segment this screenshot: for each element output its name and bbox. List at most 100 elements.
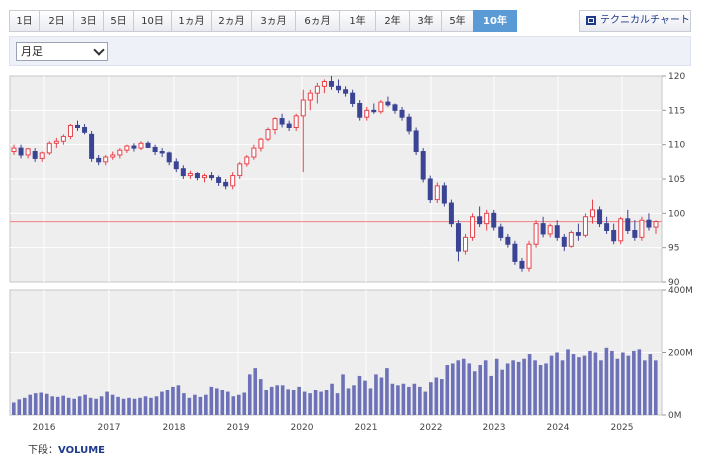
candle-body — [632, 230, 638, 238]
volume-bar — [302, 391, 307, 415]
volume-bar — [121, 398, 126, 415]
candle-body — [519, 260, 525, 269]
candle-body — [300, 99, 306, 117]
volume-bar — [242, 392, 247, 415]
candle-body — [32, 151, 38, 159]
volume-bar — [544, 363, 548, 415]
volume-bar — [527, 354, 532, 415]
volume-bar — [313, 390, 318, 415]
volume-bar — [160, 391, 164, 415]
volume-bar — [632, 350, 636, 415]
volume-bar — [116, 396, 120, 415]
volume-bar — [22, 397, 27, 415]
volume-bar — [450, 363, 455, 415]
candle-body — [441, 185, 447, 204]
candle-body — [131, 145, 137, 149]
volume-bar — [643, 360, 647, 415]
candle-body — [209, 175, 215, 179]
price-tick-95: 95 — [668, 244, 679, 254]
volume-bar — [182, 393, 186, 415]
volume-bar — [357, 375, 362, 415]
volume-bar — [149, 397, 153, 415]
volume-bar — [582, 355, 587, 415]
candle-body — [138, 142, 144, 149]
candle-body — [187, 173, 193, 177]
volume-bar — [511, 360, 515, 415]
candle-body — [194, 173, 200, 179]
volume-bar — [253, 368, 258, 415]
candle-body — [554, 225, 560, 238]
volume-bar — [500, 369, 504, 415]
volume-bar — [105, 391, 109, 415]
candle-body — [159, 151, 165, 154]
volume-bar — [533, 360, 537, 415]
volume-bar — [610, 350, 614, 415]
x-tick-2017: 2017 — [98, 423, 121, 433]
volume-bar — [566, 349, 570, 415]
volume-bar — [17, 399, 22, 415]
volume-bar — [461, 358, 466, 415]
candle-body — [477, 216, 483, 225]
volume-bar — [83, 394, 87, 415]
volume-bar — [297, 386, 301, 415]
candle-body — [53, 140, 59, 144]
volume-bar — [604, 347, 609, 415]
volume-bar — [319, 391, 323, 415]
volume-bar — [549, 355, 554, 415]
volume-bar — [363, 380, 367, 415]
candle-body — [223, 181, 229, 187]
volume-bar — [599, 360, 603, 415]
volume-bar — [637, 349, 642, 415]
candle-body — [321, 80, 327, 87]
candle-body — [604, 223, 610, 231]
candle-body — [378, 101, 384, 113]
candle-body — [286, 123, 292, 128]
volume-bar — [258, 379, 263, 415]
volume-bar — [390, 383, 395, 415]
volume-bar — [127, 397, 131, 415]
candle-body — [385, 101, 391, 106]
volume-bar — [560, 360, 565, 415]
volume-bar — [593, 352, 598, 415]
volume-bar — [346, 388, 351, 415]
volume-tick-200M: 200M — [668, 349, 693, 359]
candle-body — [364, 109, 370, 118]
candle-body — [597, 209, 603, 225]
candle-body — [60, 135, 66, 142]
volume-bar — [154, 396, 159, 415]
lower-panel-prefix: 下段： — [28, 445, 58, 456]
volume-bar — [94, 398, 98, 415]
volume-bar — [538, 365, 543, 415]
candle-body — [96, 157, 102, 163]
volume-bar — [478, 365, 483, 415]
candle-body — [350, 92, 356, 104]
volume-bar — [209, 386, 214, 415]
volume-bar — [456, 360, 461, 415]
candle-body — [547, 225, 553, 235]
volume-bar — [324, 390, 329, 415]
volume-bar — [494, 358, 499, 415]
candle-body — [145, 142, 151, 148]
volume-bar — [236, 394, 241, 415]
candle-body — [392, 104, 398, 111]
volume-bar — [286, 389, 290, 415]
candle-body — [67, 124, 73, 137]
candle-body — [653, 221, 659, 228]
volume-bar — [165, 390, 170, 415]
price-volume-chart: 2016 2017 2018 2019 2020 2021 2022 2023 2024 2025… — [9, 72, 693, 433]
lower-panel-caption: 下段：VOLUME — [28, 441, 105, 456]
x-tick-2023: 2023 — [483, 423, 506, 433]
volume-bar — [66, 397, 71, 415]
candle-body — [46, 142, 52, 154]
volume-bar — [621, 352, 625, 415]
volume-bar — [407, 386, 411, 415]
volume-bar — [132, 398, 137, 415]
candle-body — [611, 230, 617, 242]
volume-bar — [615, 358, 620, 415]
candle-body — [399, 109, 405, 118]
candle-body — [39, 152, 45, 159]
candle-body — [582, 216, 588, 236]
volume-bar — [418, 386, 422, 415]
volume-bar — [555, 352, 559, 415]
volume-bar — [588, 350, 592, 415]
